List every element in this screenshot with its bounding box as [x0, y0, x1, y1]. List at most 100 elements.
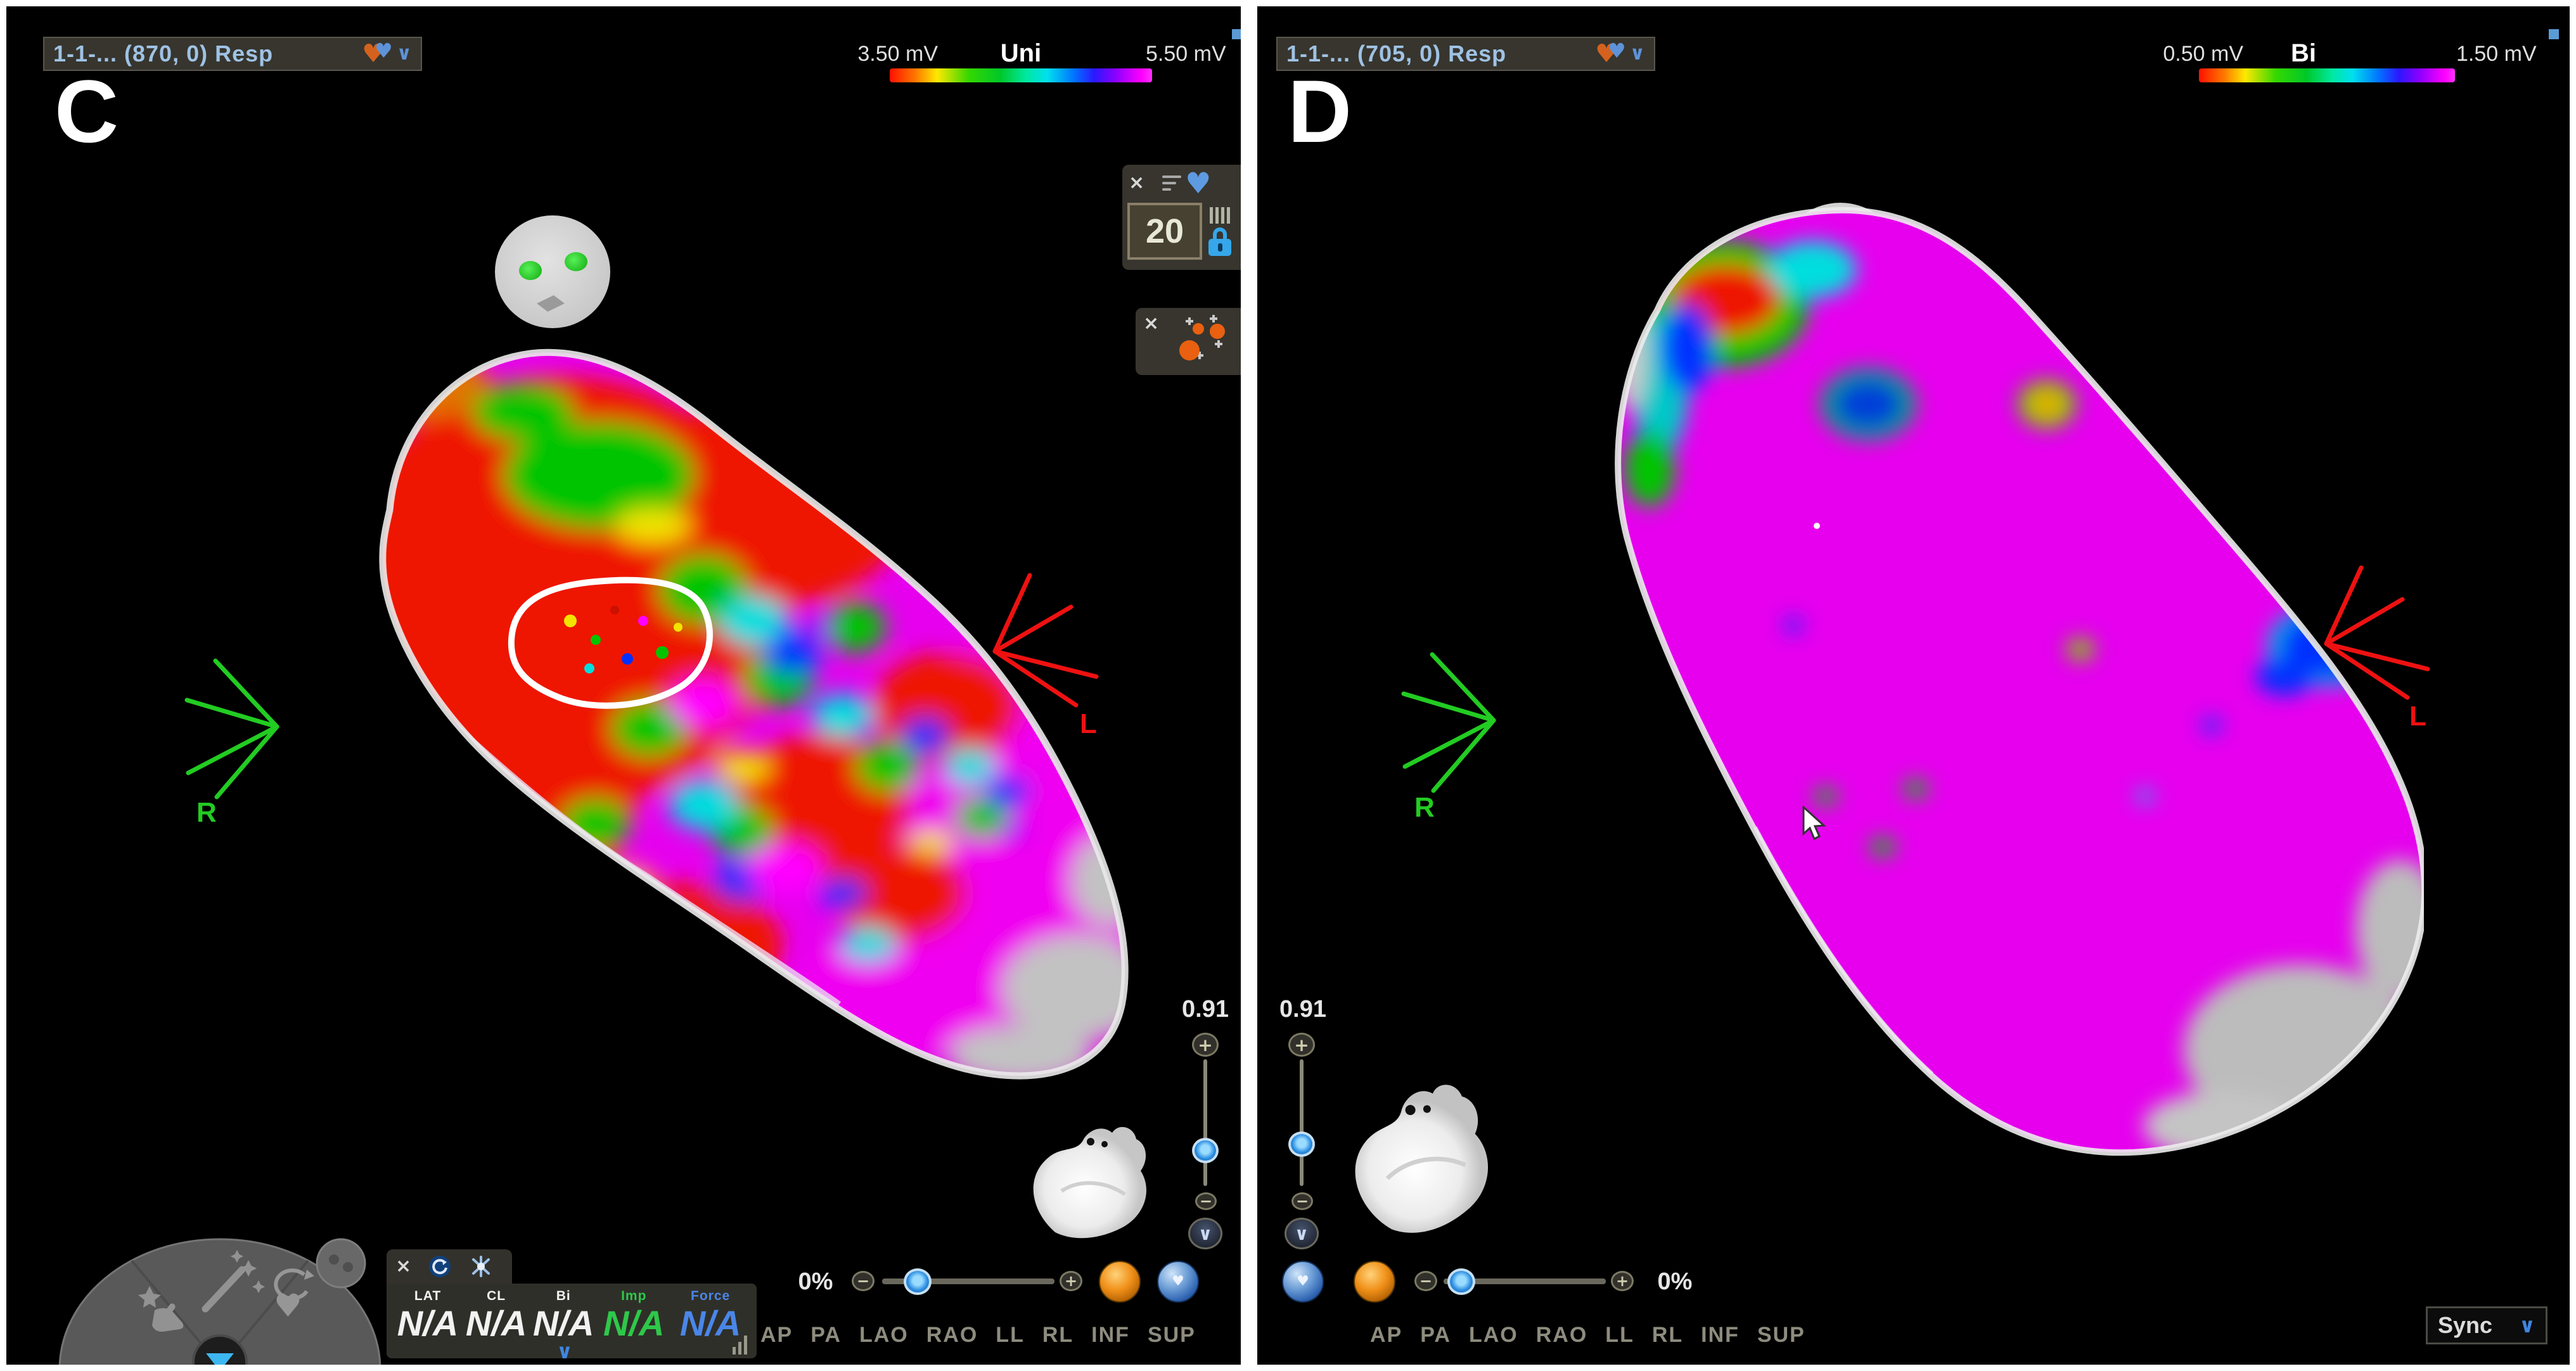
scale-max-label-d: 1.50 mV	[2456, 42, 2564, 67]
heart-icon: ♥	[1172, 1275, 1184, 1289]
left-axis-marker-d	[2314, 556, 2453, 708]
points-display-panel: ×	[1136, 308, 1248, 375]
map-scale-value-c: 0.91	[1166, 996, 1245, 1023]
color-scale-bar-c[interactable]	[890, 68, 1152, 82]
head-eye-icon	[519, 261, 542, 280]
orientation-pa[interactable]: PA	[811, 1323, 842, 1348]
orientation-sup[interactable]: SUP	[1757, 1323, 1805, 1348]
measurement-col-imp: Imp N/A	[597, 1289, 670, 1343]
resize-grip-icon[interactable]	[733, 1334, 747, 1355]
measurement-header: LAT	[414, 1289, 441, 1304]
orientation-rl[interactable]: RL	[1042, 1323, 1073, 1348]
compass-pie-menu[interactable]: ♥	[54, 1228, 385, 1371]
right-axis-marker-d	[1394, 640, 1521, 805]
head-mouth-icon	[534, 295, 567, 312]
right-marker-label-d: R	[1414, 792, 1435, 824]
collapse-button-c[interactable]: ∨	[1188, 1218, 1222, 1249]
transparency-minus-button-c[interactable]: −	[852, 1271, 875, 1291]
sync-dropdown[interactable]: Sync ∨	[2426, 1306, 2547, 1344]
measurement-col-lat: LAT N/A	[393, 1289, 463, 1343]
scale-slider-track-d[interactable]	[1300, 1059, 1304, 1186]
scale-minus-button-c[interactable]: −	[1195, 1192, 1217, 1210]
transparency-value-d: 0%	[1646, 1268, 1703, 1296]
reference-heart-model-d[interactable]	[1333, 1071, 1498, 1248]
fill-threshold-input[interactable]: 20	[1127, 203, 1202, 260]
measurement-value: N/A	[603, 1304, 664, 1343]
orientation-rao[interactable]: RAO	[1536, 1323, 1588, 1348]
figure-letter-d: D	[1288, 67, 1352, 156]
close-icon[interactable]: ×	[395, 1257, 411, 1276]
scale-type-label-c: Uni	[980, 39, 1062, 68]
left-marker-label-c: L	[1080, 708, 1097, 740]
voltage-map-d[interactable]	[1562, 193, 2424, 1163]
scale-min-label-c: 3.50 mV	[834, 42, 938, 67]
orientation-lao[interactable]: LAO	[859, 1323, 909, 1348]
heart-icon: ♥	[1297, 1275, 1309, 1289]
winged-heart-icon: ♥	[1185, 169, 1211, 198]
orientation-pa[interactable]: PA	[1420, 1323, 1451, 1348]
close-icon[interactable]: ×	[1143, 314, 1159, 333]
orientation-buttons-d: AP PA LAO RAO LL RL INF SUP	[1370, 1323, 1805, 1348]
scale-minus-button-d[interactable]: −	[1291, 1192, 1313, 1210]
left-axis-marker-c	[982, 564, 1122, 716]
measurement-value: N/A	[397, 1304, 458, 1343]
orientation-lao[interactable]: LAO	[1469, 1323, 1518, 1348]
points-icon[interactable]	[1170, 315, 1231, 368]
measurement-header: Bi	[556, 1289, 571, 1304]
panel-c: 1-1-... (870, 0) Resp ♥ ♥ ∨ C 3.50 mV Un…	[6, 6, 1241, 1365]
figure-letter-c: C	[54, 67, 119, 156]
orientation-buttons-c: AP PA LAO RAO LL RL INF SUP	[760, 1323, 1196, 1348]
mouse-cursor	[1801, 806, 1829, 841]
measurement-header: Force	[691, 1289, 730, 1304]
map-sphere-button-c[interactable]: ♥	[1157, 1261, 1199, 1303]
orientation-ap[interactable]: AP	[1370, 1323, 1402, 1348]
color-scale-bar-d[interactable]	[2199, 68, 2455, 82]
grid-icon[interactable]	[1210, 207, 1230, 224]
measurement-value: N/A	[533, 1304, 594, 1343]
sync-dropdown-value: Sync	[2438, 1312, 2492, 1339]
fluoro-sphere-button-d[interactable]	[1354, 1261, 1395, 1303]
scale-slider-knob-c[interactable]	[1192, 1138, 1219, 1163]
scale-type-label-d: Bi	[2269, 39, 2338, 68]
scale-slider-track-c[interactable]	[1203, 1059, 1207, 1186]
transparency-minus-button-d[interactable]: −	[1414, 1271, 1437, 1291]
scale-plus-button-d[interactable]: +	[1288, 1033, 1315, 1057]
orientation-ll[interactable]: LL	[1605, 1323, 1634, 1348]
orientation-inf[interactable]: INF	[1701, 1323, 1740, 1348]
chevron-down-icon[interactable]: ∨	[1630, 44, 1645, 63]
map-sphere-button-d[interactable]: ♥	[1282, 1261, 1324, 1303]
chevron-down-icon[interactable]: ∨	[397, 44, 412, 63]
orientation-rao[interactable]: RAO	[926, 1323, 978, 1348]
measurement-value: N/A	[680, 1304, 741, 1343]
orientation-ll[interactable]: LL	[996, 1323, 1025, 1348]
map-title-icons-c: ♥ ♥ ∨	[362, 41, 412, 67]
scale-slider-knob-d[interactable]	[1288, 1132, 1315, 1157]
transparency-slider-knob-d[interactable]	[1447, 1268, 1475, 1295]
close-icon[interactable]: ×	[1129, 174, 1144, 193]
orientation-sup[interactable]: SUP	[1148, 1323, 1196, 1348]
collapse-button-d[interactable]: ∨	[1285, 1218, 1319, 1249]
measurement-collapse-chevron[interactable]: ∨	[556, 1339, 573, 1363]
app-window: 1-1-... (870, 0) Resp ♥ ♥ ∨ C 3.50 mV Un…	[0, 0, 2576, 1371]
transparency-plus-button-c[interactable]: +	[1060, 1271, 1082, 1291]
scale-handle-icon-d[interactable]	[2549, 29, 2559, 39]
catheter-hand-icon[interactable]	[468, 1254, 494, 1279]
measurement-header: Imp	[621, 1289, 646, 1304]
panel-divider[interactable]	[1241, 6, 1257, 1365]
orientation-ap[interactable]: AP	[760, 1323, 793, 1348]
orientation-rl[interactable]: RL	[1652, 1323, 1683, 1348]
refresh-icon[interactable]	[428, 1254, 452, 1279]
scale-plus-button-c[interactable]: +	[1192, 1033, 1219, 1057]
transparency-slider-knob-c[interactable]	[904, 1268, 932, 1295]
left-marker-label-d: L	[2409, 701, 2426, 732]
lock-icon[interactable]	[1208, 227, 1231, 256]
measurement-panel-tab: ×	[387, 1249, 512, 1284]
heart-overlay-icon: ♥	[1608, 41, 1626, 61]
fluoro-sphere-button-c[interactable]	[1099, 1261, 1141, 1303]
head-eye-icon	[565, 252, 587, 271]
orientation-inf[interactable]: INF	[1091, 1323, 1130, 1348]
measurement-col-bi: Bi N/A	[530, 1289, 597, 1343]
transparency-plus-button-d[interactable]: +	[1611, 1271, 1634, 1291]
reference-heart-model-c[interactable]	[1017, 1115, 1150, 1242]
heart-overlay-icon: ♥	[375, 41, 393, 61]
